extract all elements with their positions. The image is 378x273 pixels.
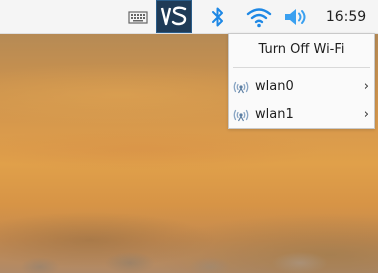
clock[interactable]: 16:59 xyxy=(318,0,374,34)
vnc-icon[interactable] xyxy=(156,0,192,33)
wifi-icon[interactable] xyxy=(244,0,274,34)
chevron-right-icon: › xyxy=(363,79,369,94)
menu-item-wlan1[interactable]: wlan1 › xyxy=(229,103,374,127)
menu-item-wlan0[interactable]: wlan0 › xyxy=(229,75,374,99)
wallpaper-clouds xyxy=(0,233,378,273)
keyboard-icon[interactable] xyxy=(126,0,150,34)
interface-label: wlan0 xyxy=(255,79,294,94)
network-menu: Turn Off Wi-Fi wlan0 › wlan1 › xyxy=(228,33,375,129)
volume-icon[interactable] xyxy=(282,0,312,34)
bluetooth-icon[interactable] xyxy=(206,0,230,34)
chevron-right-icon: › xyxy=(363,107,369,122)
wireless-adapter-icon xyxy=(233,81,249,94)
wireless-adapter-icon xyxy=(233,109,249,122)
turn-off-wifi-menu-item[interactable]: Turn Off Wi-Fi xyxy=(229,37,374,61)
taskbar: 16:59 xyxy=(0,0,378,34)
interface-label: wlan1 xyxy=(255,107,294,122)
menu-separator xyxy=(233,67,370,68)
